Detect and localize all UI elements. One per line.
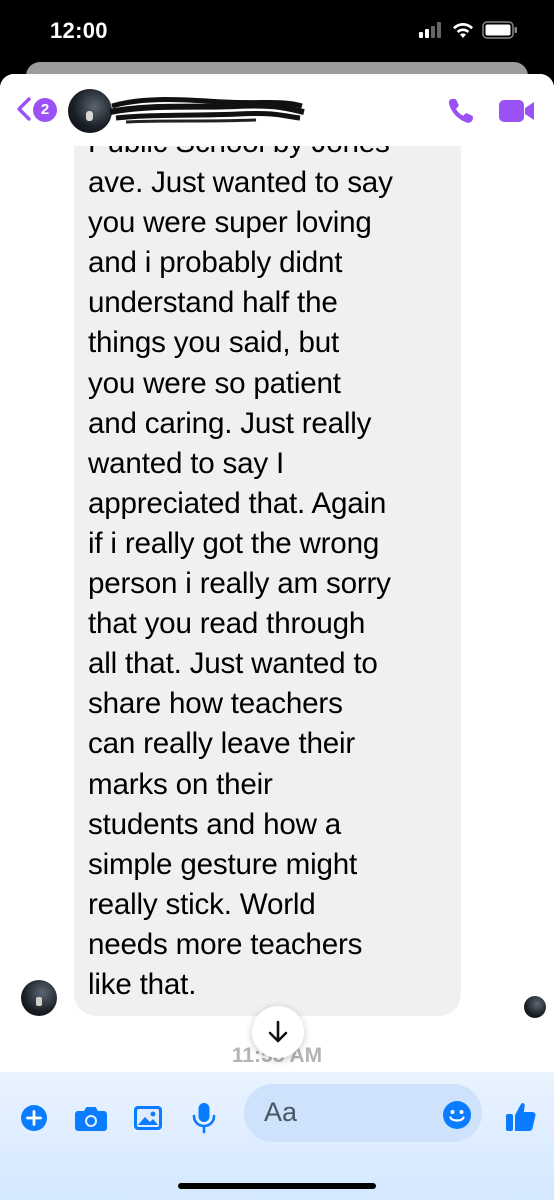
sender-avatar[interactable]	[21, 980, 57, 1016]
thumbs-up-icon[interactable]	[504, 1100, 538, 1134]
status-time: 12:00	[50, 18, 108, 43]
redaction-scribble	[109, 97, 305, 124]
wifi-icon	[453, 22, 473, 38]
battery-icon	[482, 21, 517, 39]
message-text: Public School by Jones ave. Just wanted …	[88, 126, 393, 1001]
message-input-placeholder: Aa	[264, 1097, 298, 1127]
message-thread[interactable]: Public School by Jones ave. Just wanted …	[0, 74, 554, 1200]
back-chevron-icon[interactable]	[12, 94, 34, 124]
camera-icon[interactable]	[74, 1104, 108, 1132]
home-indicator	[178, 1183, 376, 1189]
unread-count-badge[interactable]: 2	[33, 98, 57, 122]
conversation-header: 2	[0, 74, 554, 146]
video-camera-icon[interactable]	[498, 98, 536, 124]
phone-icon[interactable]	[446, 96, 476, 126]
messenger-sheet: Public School by Jones ave. Just wanted …	[0, 74, 554, 1200]
status-bar: 12:00	[0, 0, 554, 62]
plus-icon[interactable]	[20, 1104, 48, 1132]
seen-receipt-avatar	[524, 996, 546, 1018]
emoji-icon[interactable]	[442, 1100, 472, 1130]
composer-bar: Aa	[0, 1072, 554, 1200]
arrow-down-icon	[268, 1020, 288, 1043]
signal-icon	[419, 22, 445, 38]
gallery-icon[interactable]	[133, 1104, 163, 1132]
scroll-to-bottom-button[interactable]	[252, 1006, 304, 1058]
message-input[interactable]: Aa	[244, 1084, 482, 1142]
microphone-icon[interactable]	[190, 1102, 218, 1134]
